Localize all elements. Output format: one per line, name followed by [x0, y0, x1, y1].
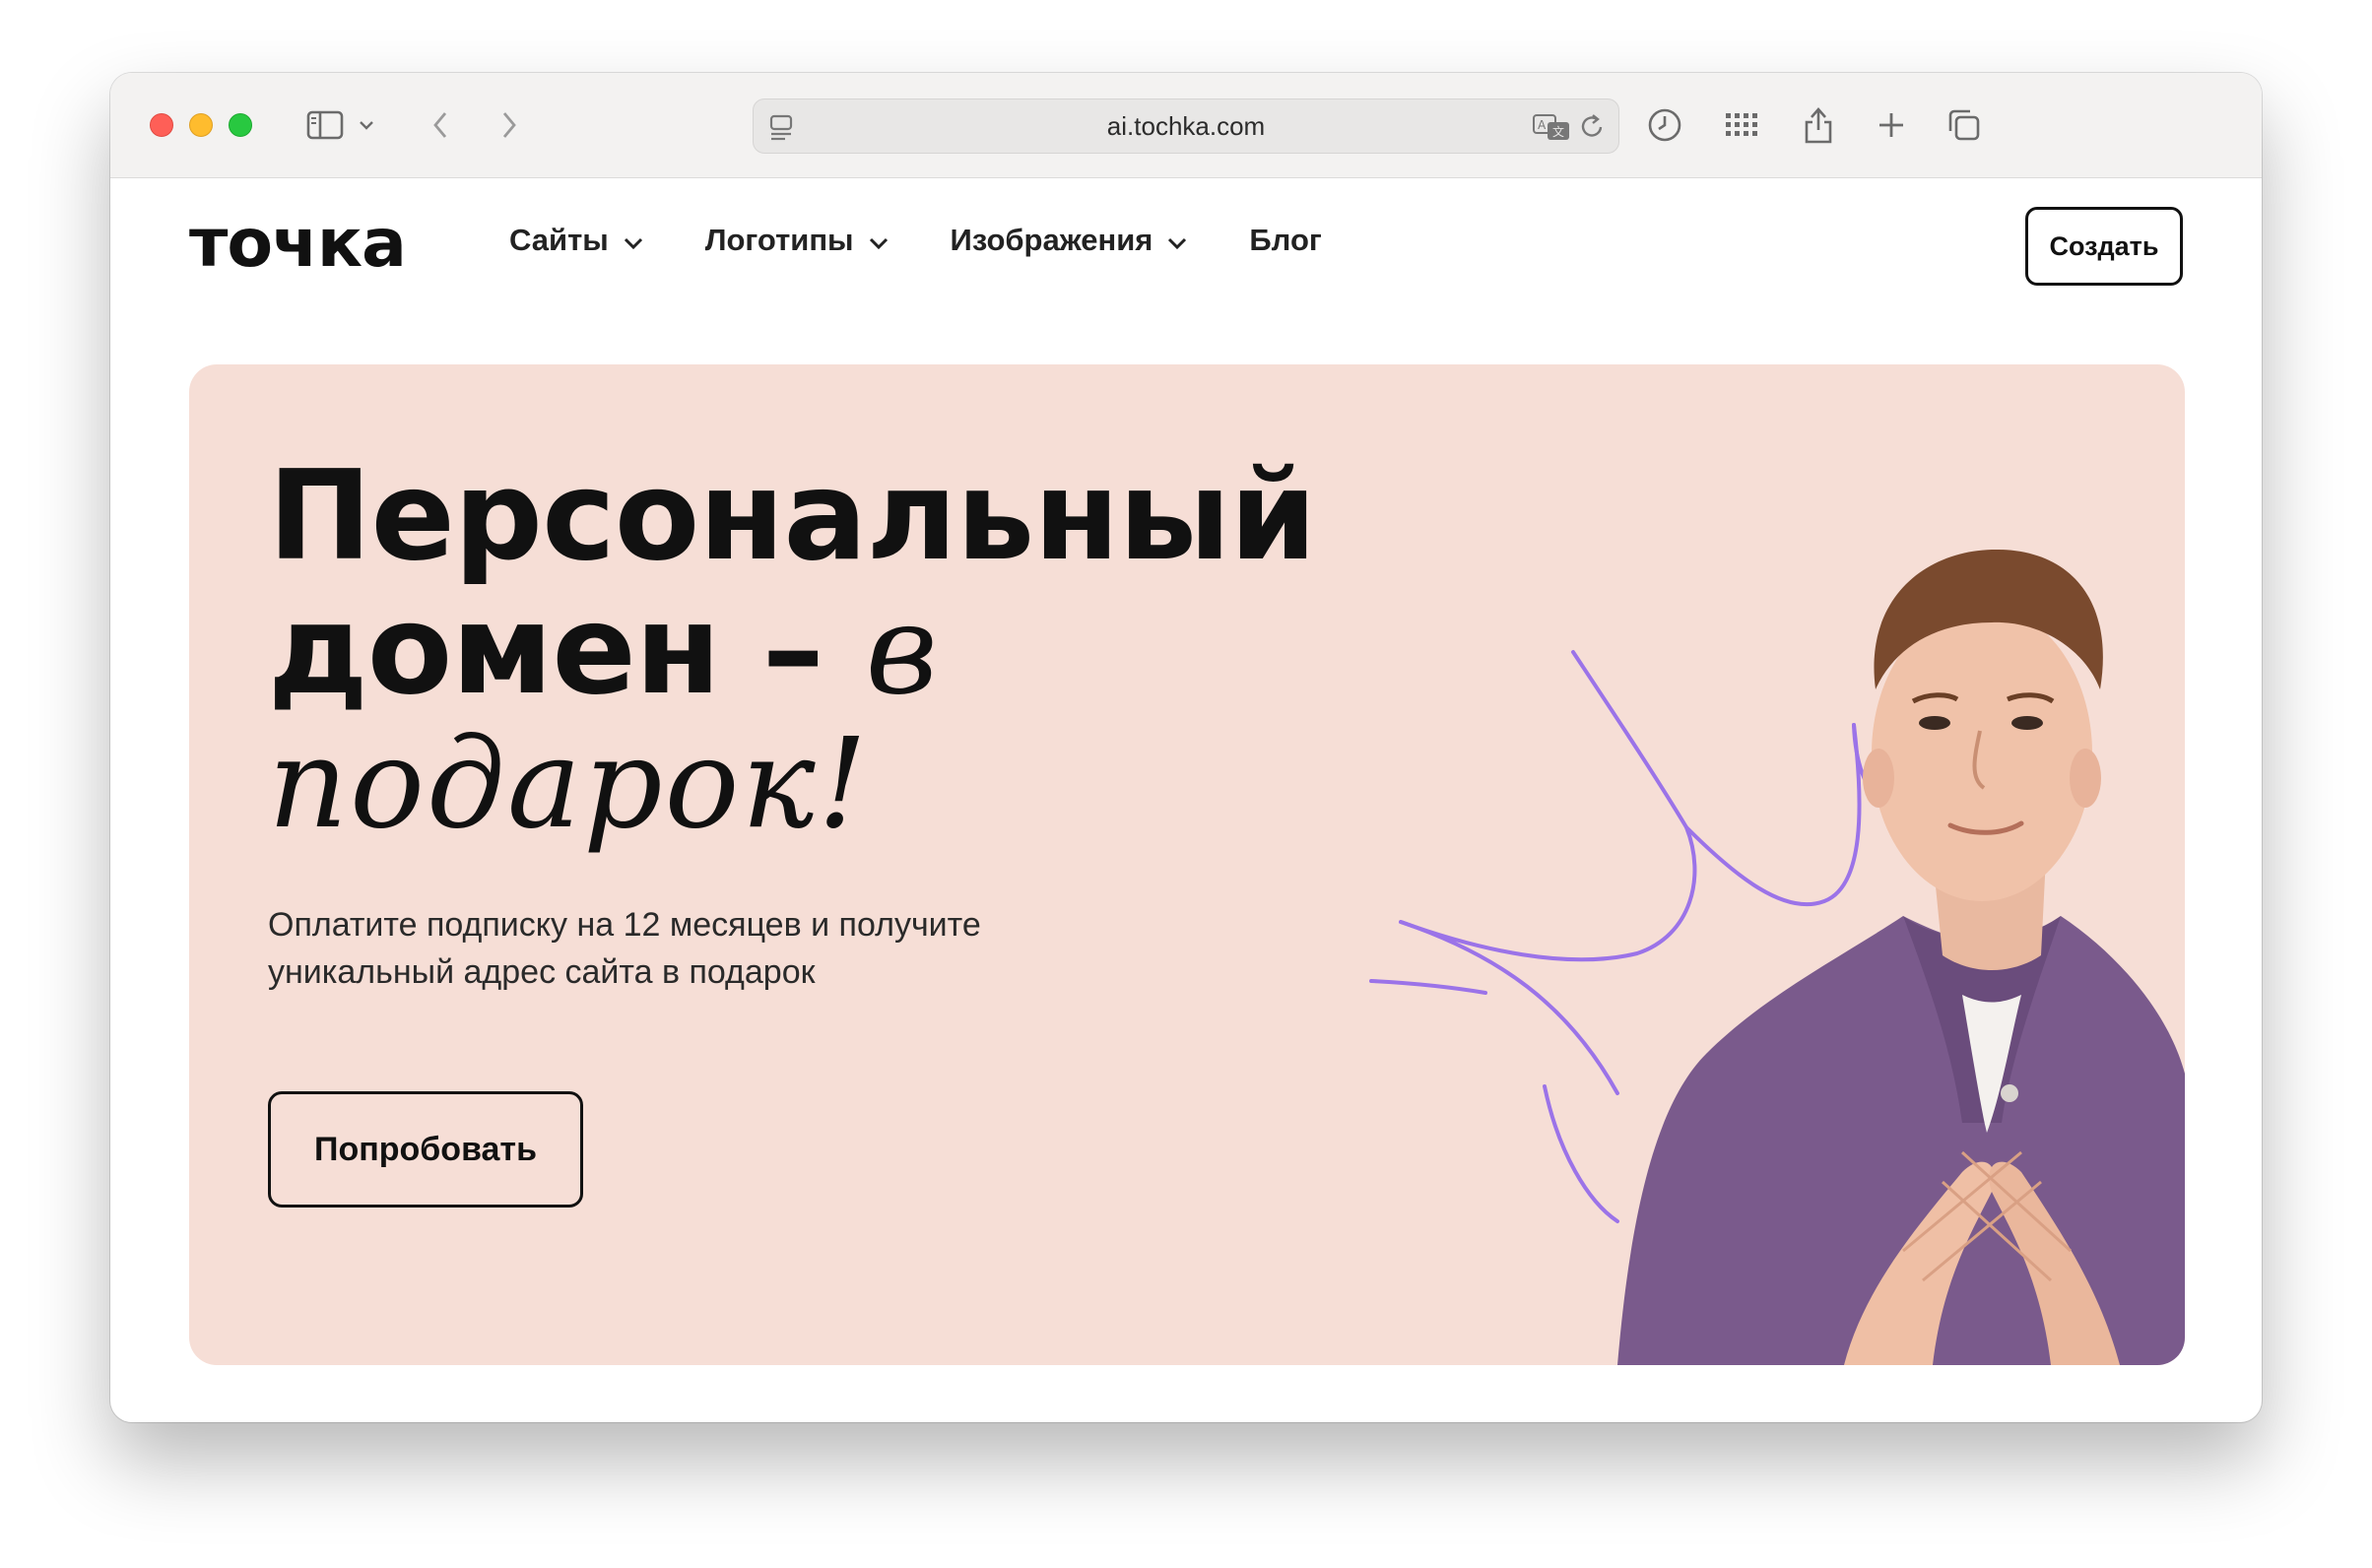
nav-item-blog[interactable]: Блог [1249, 223, 1321, 258]
maximize-window-button[interactable] [229, 113, 252, 137]
close-window-button[interactable] [150, 113, 173, 137]
svg-text:文: 文 [1552, 124, 1564, 139]
browser-toolbar: ai.tochka.com A文 [110, 73, 2262, 178]
address-bar[interactable]: ai.tochka.com A文 [753, 98, 1619, 154]
main-nav: Сайты Логотипы Изображения Блог [509, 223, 1383, 258]
hero-title-text: домен – [268, 577, 824, 722]
chevron-down-icon[interactable] [357, 102, 376, 148]
create-button[interactable]: Создать [2025, 207, 2183, 286]
person-illustration [1369, 549, 2185, 1365]
chevron-down-icon [868, 223, 890, 258]
nav-item-label: Сайты [509, 223, 609, 257]
hero-subtitle: Оплатите подписку на 12 месяцев и получи… [268, 906, 981, 991]
browser-window: ai.tochka.com A文 точка Сайты Логотипы Из… [110, 73, 2262, 1422]
tab-overview-icon[interactable] [1944, 102, 1984, 148]
new-tab-icon[interactable] [1874, 102, 1909, 148]
try-button[interactable]: Попробовать [268, 1091, 583, 1208]
nav-item-label: Логотипы [704, 223, 854, 257]
hero-title-handwritten: в [865, 577, 940, 722]
reload-icon[interactable] [1579, 112, 1607, 147]
site-logo[interactable]: точка [189, 205, 407, 283]
site-header: точка Сайты Логотипы Изображения Блог Со… [110, 177, 2262, 315]
grid-icon[interactable] [1722, 102, 1761, 148]
nav-item-label: Изображения [950, 223, 1153, 257]
forward-icon[interactable] [496, 102, 522, 148]
svg-text:A: A [1538, 118, 1547, 132]
share-icon[interactable] [1801, 102, 1836, 148]
back-icon[interactable] [428, 102, 453, 148]
translate-icon[interactable]: A文 [1532, 112, 1571, 147]
hero-banner: Персональный домен – в подарок! Оплатите… [189, 364, 2185, 1365]
nav-item-sites[interactable]: Сайты [509, 223, 644, 258]
minimize-window-button[interactable] [189, 113, 213, 137]
nav-item-logos[interactable]: Логотипы [705, 223, 890, 258]
nav-item-images[interactable]: Изображения [951, 223, 1189, 258]
nav-item-label: Блог [1249, 223, 1322, 257]
url-text[interactable]: ai.tochka.com [754, 99, 1618, 153]
chevron-down-icon [1166, 223, 1188, 258]
sidebar-toggle-icon[interactable] [303, 102, 347, 148]
chevron-down-icon [623, 223, 644, 258]
history-icon[interactable] [1645, 102, 1684, 148]
